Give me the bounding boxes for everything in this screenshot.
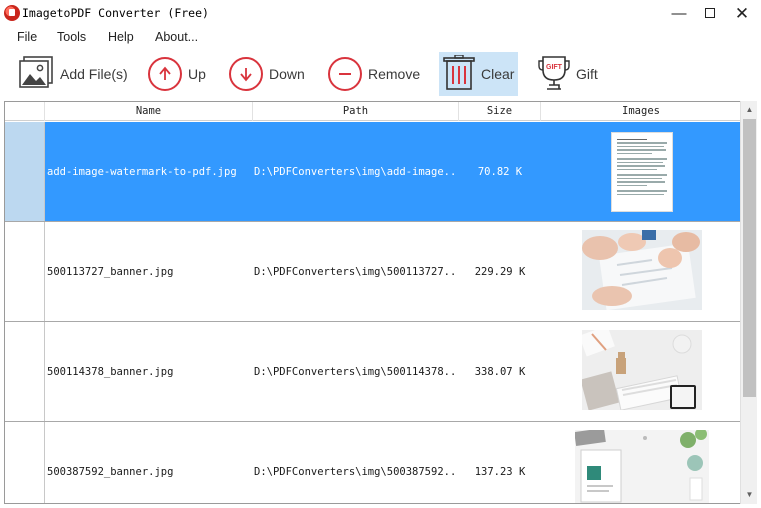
scrollbar-thumb[interactable] xyxy=(743,119,756,397)
minimize-button[interactable]: — xyxy=(662,0,696,27)
scroll-up-arrow-icon[interactable]: ▲ xyxy=(741,101,758,118)
image-thumbnail-cell xyxy=(542,422,741,503)
file-name-cell: 500114378_banner.jpg xyxy=(47,365,174,378)
photo-thumbnail xyxy=(581,330,702,413)
close-button[interactable]: ✕ xyxy=(725,0,759,27)
gift-button[interactable]: GIFT Gift xyxy=(538,52,598,96)
row-header[interactable] xyxy=(5,422,45,503)
menu-about[interactable]: About... xyxy=(155,30,198,44)
gift-trophy-icon: GIFT xyxy=(538,54,570,95)
file-table: Name Path Size Images add-image-watermar… xyxy=(4,101,757,504)
file-size-cell: 338.07 K xyxy=(474,365,526,378)
remove-label: Remove xyxy=(368,66,421,82)
arrow-up-icon xyxy=(148,57,182,91)
row-header[interactable] xyxy=(5,122,45,221)
image-thumbnail-cell xyxy=(542,122,741,221)
table-row[interactable]: 500114378_banner.jpg D:\PDFConverters\im… xyxy=(5,322,741,422)
window-title: ImagetoPDF Converter (Free) xyxy=(22,6,209,20)
menu-tools[interactable]: Tools xyxy=(57,30,86,44)
file-size-cell: 70.82 K xyxy=(477,165,523,178)
file-name-cell: 500113727_banner.jpg xyxy=(47,265,174,278)
column-header-name[interactable]: Name xyxy=(45,102,253,121)
column-header-images[interactable]: Images xyxy=(541,102,741,121)
file-path-cell: D:\PDFConverters\img\add-image... xyxy=(254,165,458,178)
row-header-corner xyxy=(5,102,45,121)
toolbar: Add File(s) Up Down Remove Clear GIFT Gi… xyxy=(0,49,761,99)
title-bar: ImagetoPDF Converter (Free) — ✕ xyxy=(0,0,761,27)
photo-thumbnail xyxy=(581,230,702,313)
trash-icon xyxy=(443,53,475,94)
up-button[interactable]: Up xyxy=(148,52,206,96)
svg-text:GIFT: GIFT xyxy=(546,64,563,71)
add-files-label: Add File(s) xyxy=(60,66,128,82)
file-path-cell: D:\PDFConverters\img\500387592... xyxy=(254,465,458,478)
document-thumbnail xyxy=(610,131,673,212)
down-label: Down xyxy=(269,66,305,82)
vertical-scrollbar[interactable]: ▲ ▼ xyxy=(740,101,757,504)
gift-label: Gift xyxy=(576,66,598,82)
image-thumbnail-cell xyxy=(542,222,741,321)
clear-button[interactable]: Clear xyxy=(439,52,518,96)
down-button[interactable]: Down xyxy=(229,52,305,96)
arrow-down-icon xyxy=(229,57,263,91)
app-icon xyxy=(4,5,20,21)
image-thumbnail-cell xyxy=(542,322,741,421)
photo-thumbnail xyxy=(574,430,709,503)
menu-file[interactable]: File xyxy=(17,30,37,44)
maximize-button[interactable] xyxy=(693,0,727,27)
row-header[interactable] xyxy=(5,222,45,321)
table-row[interactable]: 500113727_banner.jpg D:\PDFConverters\im… xyxy=(5,222,741,322)
column-header-path[interactable]: Path xyxy=(253,102,459,121)
table-row[interactable]: add-image-watermark-to-pdf.jpg D:\PDFCon… xyxy=(5,122,741,222)
clear-label: Clear xyxy=(481,66,515,82)
table-header: Name Path Size Images xyxy=(5,102,741,121)
file-size-cell: 229.29 K xyxy=(474,265,526,278)
add-files-button[interactable]: Add File(s) xyxy=(18,52,128,96)
remove-button[interactable]: Remove xyxy=(328,52,420,96)
file-path-cell: D:\PDFConverters\img\500113727... xyxy=(254,265,458,278)
file-path-cell: D:\PDFConverters\img\500114378... xyxy=(254,365,458,378)
scroll-down-arrow-icon[interactable]: ▼ xyxy=(741,486,758,503)
column-header-size[interactable]: Size xyxy=(459,102,541,121)
file-name-cell: add-image-watermark-to-pdf.jpg xyxy=(47,165,237,178)
file-name-cell: 500387592_banner.jpg xyxy=(47,465,174,478)
up-label: Up xyxy=(188,66,206,82)
image-icon xyxy=(18,55,54,93)
table-row[interactable]: 500387592_banner.jpg D:\PDFConverters\im… xyxy=(5,422,741,503)
file-size-cell: 137.23 K xyxy=(474,465,526,478)
menu-help[interactable]: Help xyxy=(108,30,134,44)
minus-icon xyxy=(328,57,362,91)
row-header[interactable] xyxy=(5,322,45,421)
menu-bar: File Tools Help About... xyxy=(0,27,761,49)
